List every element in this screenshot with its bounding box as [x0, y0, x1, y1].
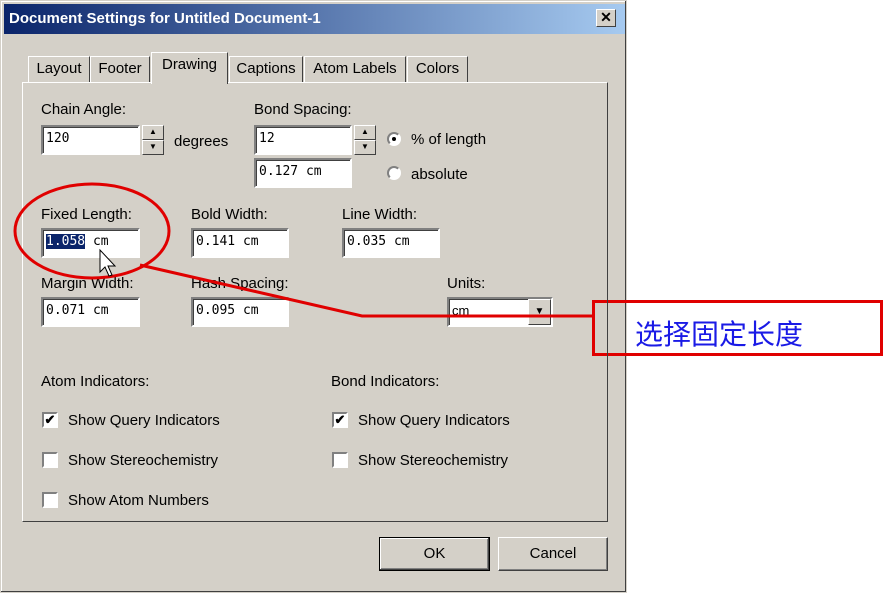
annotation-overlay	[13, 182, 594, 318]
highlight-ellipse	[13, 182, 171, 280]
callout-line	[139, 263, 594, 318]
mouse-cursor-icon	[99, 248, 117, 277]
